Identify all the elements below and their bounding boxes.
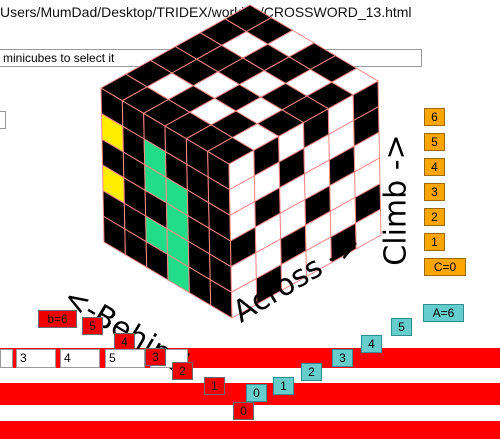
- behind-button-2[interactable]: 2: [172, 362, 193, 380]
- climb-button-1[interactable]: 1: [424, 233, 445, 251]
- position-field-4[interactable]: 4: [60, 349, 100, 368]
- climb-button-2[interactable]: 2: [424, 208, 445, 226]
- position-field-5[interactable]: 5: [105, 349, 145, 368]
- behind-button-0[interactable]: 0: [233, 402, 254, 420]
- position-field-3[interactable]: 3: [16, 349, 56, 368]
- across-button-5[interactable]: 5: [391, 318, 412, 336]
- across-button-0[interactable]: 0: [246, 384, 267, 402]
- climb-button-3[interactable]: 3: [424, 183, 445, 201]
- across-button-3[interactable]: 3: [332, 349, 353, 367]
- behind-button-1[interactable]: 1: [204, 377, 225, 395]
- across-origin-button[interactable]: A=6: [423, 304, 464, 322]
- climb-axis-label-box: Climb ->: [376, 134, 416, 265]
- across-button-4[interactable]: 4: [361, 335, 382, 353]
- behind-origin-button[interactable]: b=6: [38, 310, 77, 328]
- climb-button-5[interactable]: 5: [424, 133, 445, 151]
- behind-button-3[interactable]: 3: [145, 348, 166, 366]
- climb-button-6[interactable]: 6: [424, 108, 445, 126]
- climb-axis-label: Climb ->: [378, 134, 414, 266]
- position-field-partial[interactable]: [0, 349, 13, 368]
- climb-origin-button[interactable]: C=0: [424, 258, 466, 276]
- across-button-1[interactable]: 1: [273, 377, 294, 395]
- across-button-2[interactable]: 2: [301, 363, 322, 381]
- behind-button-5[interactable]: 5: [82, 317, 103, 335]
- climb-button-4[interactable]: 4: [424, 158, 445, 176]
